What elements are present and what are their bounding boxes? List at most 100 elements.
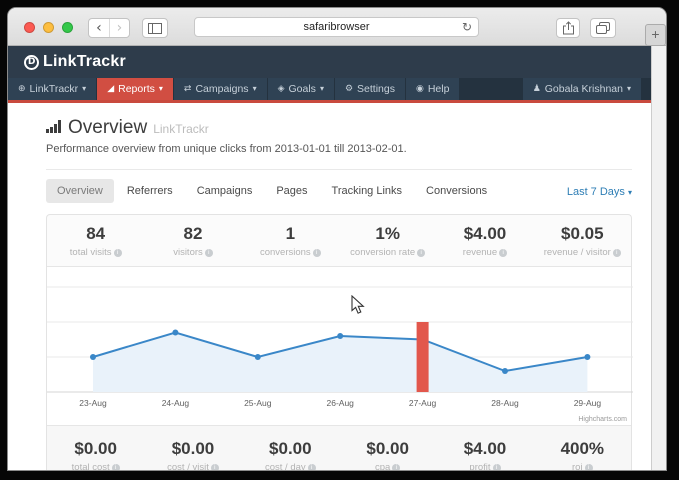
stat-revenue: $4.00 revenue [436, 215, 533, 266]
stat-value: $4.00 [436, 224, 533, 244]
svg-text:26-Aug: 26-Aug [326, 398, 354, 408]
caret-down-icon [253, 78, 257, 100]
history-nav-buttons: ‹ › [88, 18, 130, 38]
info-icon[interactable] [211, 464, 219, 470]
stat-conversion-rate: 1% conversion rate [339, 215, 436, 266]
browser-window: ‹ › safaribrowser ↻ [8, 8, 666, 470]
brand-name: LinkTrackr [43, 53, 126, 71]
user-menu[interactable]: ♟ Gobala Krishnan [523, 78, 641, 100]
tab-pages[interactable]: Pages [265, 179, 318, 203]
stats-row-top: 84 total visits 82 visitors 1 conversion… [47, 215, 631, 266]
stat-value: $0.05 [534, 224, 631, 244]
address-bar[interactable]: safaribrowser ↻ [194, 17, 479, 37]
stat-label: total visits [70, 247, 112, 258]
info-icon[interactable] [417, 249, 425, 257]
stat-value: 84 [47, 224, 144, 244]
user-icon: ♟ [533, 78, 541, 100]
zoom-window-button[interactable] [62, 22, 73, 33]
traffic-lights [24, 22, 73, 33]
stat-profit: $4.00 profit [436, 430, 533, 470]
sidebar-icon [148, 23, 162, 34]
info-icon[interactable] [114, 249, 122, 257]
stat-value: $0.00 [339, 439, 436, 459]
stat-cpa: $0.00 cpa [339, 430, 436, 470]
stat-value: $4.00 [436, 439, 533, 459]
nav-item-campaigns[interactable]: ⇄ Campaigns [174, 78, 267, 100]
area-chart-svg[interactable]: 23-Aug24-Aug25-Aug26-Aug27-Aug28-Aug29-A… [47, 267, 633, 427]
app-header: Ɗ LinkTrackr [8, 46, 651, 78]
stat-total-visits: 84 total visits [47, 215, 144, 266]
stat-label: revenue [463, 247, 497, 258]
stat-label: roi [572, 462, 583, 470]
globe-icon: ⊕ [18, 78, 26, 100]
info-icon[interactable] [613, 249, 621, 257]
tab-tracking-links[interactable]: Tracking Links [321, 179, 414, 203]
nav-item-reports[interactable]: ◢ Reports [97, 78, 173, 100]
page-title-row: Overview LinkTrackr [46, 117, 632, 139]
sidebar-toggle-button[interactable] [142, 18, 168, 38]
tab-overview[interactable]: Overview [46, 179, 114, 203]
chart-icon: ◢ [107, 78, 114, 100]
visits-chart[interactable]: 23-Aug24-Aug25-Aug26-Aug27-Aug28-Aug29-A… [47, 266, 631, 426]
new-tab-button[interactable] [645, 24, 666, 46]
stat-label: profit [469, 462, 490, 470]
nav-item-settings[interactable]: ⚙ Settings [335, 78, 405, 100]
date-range-label: Last 7 Days [567, 186, 625, 198]
show-tabs-button[interactable] [590, 18, 616, 38]
browser-chrome: ‹ › safaribrowser ↻ [8, 8, 666, 46]
close-window-button[interactable] [24, 22, 35, 33]
stat-value: $0.00 [144, 439, 241, 459]
page-scrollbar[interactable] [651, 46, 666, 470]
caret-down-icon [627, 78, 631, 100]
svg-text:28-Aug: 28-Aug [491, 398, 519, 408]
info-icon[interactable] [493, 464, 501, 470]
tab-campaigns[interactable]: Campaigns [186, 179, 264, 203]
tab-referrers[interactable]: Referrers [116, 179, 184, 203]
minimize-window-button[interactable] [43, 22, 54, 33]
stat-value: $0.00 [47, 439, 144, 459]
shuffle-icon: ⇄ [184, 78, 192, 100]
stat-label: conversions [260, 247, 311, 258]
share-icon [562, 21, 575, 35]
nav-label: Help [428, 78, 450, 100]
stat-value: $0.00 [242, 439, 339, 459]
info-icon[interactable] [499, 249, 507, 257]
stat-cost-per-visit: $0.00 cost / visit [144, 430, 241, 470]
stat-value: 82 [144, 224, 241, 244]
svg-text:29-Aug: 29-Aug [574, 398, 602, 408]
share-button[interactable] [556, 18, 580, 38]
stat-cost-per-day: $0.00 cost / day [242, 430, 339, 470]
nav-label: Settings [357, 78, 395, 100]
caret-down-icon [82, 78, 86, 100]
user-name: Gobala Krishnan [545, 78, 623, 100]
back-icon[interactable]: ‹ [89, 19, 109, 37]
stat-label: cost / day [265, 462, 306, 470]
info-icon[interactable] [205, 249, 213, 257]
stat-value: 1% [339, 224, 436, 244]
reload-icon[interactable]: ↻ [462, 18, 472, 36]
nav-label: Goals [289, 78, 316, 100]
info-icon[interactable] [392, 464, 400, 470]
tab-conversions[interactable]: Conversions [415, 179, 498, 203]
info-icon[interactable] [308, 464, 316, 470]
stat-revenue-per-visitor: $0.05 revenue / visitor [534, 215, 631, 266]
header-divider [46, 169, 632, 170]
stat-label: total cost [72, 462, 110, 470]
info-icon[interactable] [313, 249, 321, 257]
nav-item-linktrackr[interactable]: ⊕ LinkTrackr [8, 78, 96, 100]
page-title-suffix: LinkTrackr [153, 122, 209, 136]
info-icon[interactable] [112, 464, 120, 470]
nav-item-goals[interactable]: ◈ Goals [268, 78, 334, 100]
stats-row-bottom: $0.00 total cost $0.00 cost / visit $0.0… [47, 426, 631, 470]
stat-visitors: 82 visitors [144, 215, 241, 266]
info-icon[interactable] [585, 464, 593, 470]
date-range-select[interactable]: Last 7 Days [567, 185, 632, 198]
wrench-icon: ⚙ [345, 78, 353, 100]
forward-icon[interactable]: › [109, 19, 129, 37]
svg-text:24-Aug: 24-Aug [162, 398, 190, 408]
goal-icon: ◈ [278, 78, 285, 100]
caret-down-icon [159, 78, 163, 100]
page-subtitle: Performance overview from unique clicks … [46, 143, 632, 155]
nav-item-help[interactable]: ◉ Help [406, 78, 459, 100]
tabs-overview-icon [596, 22, 610, 34]
